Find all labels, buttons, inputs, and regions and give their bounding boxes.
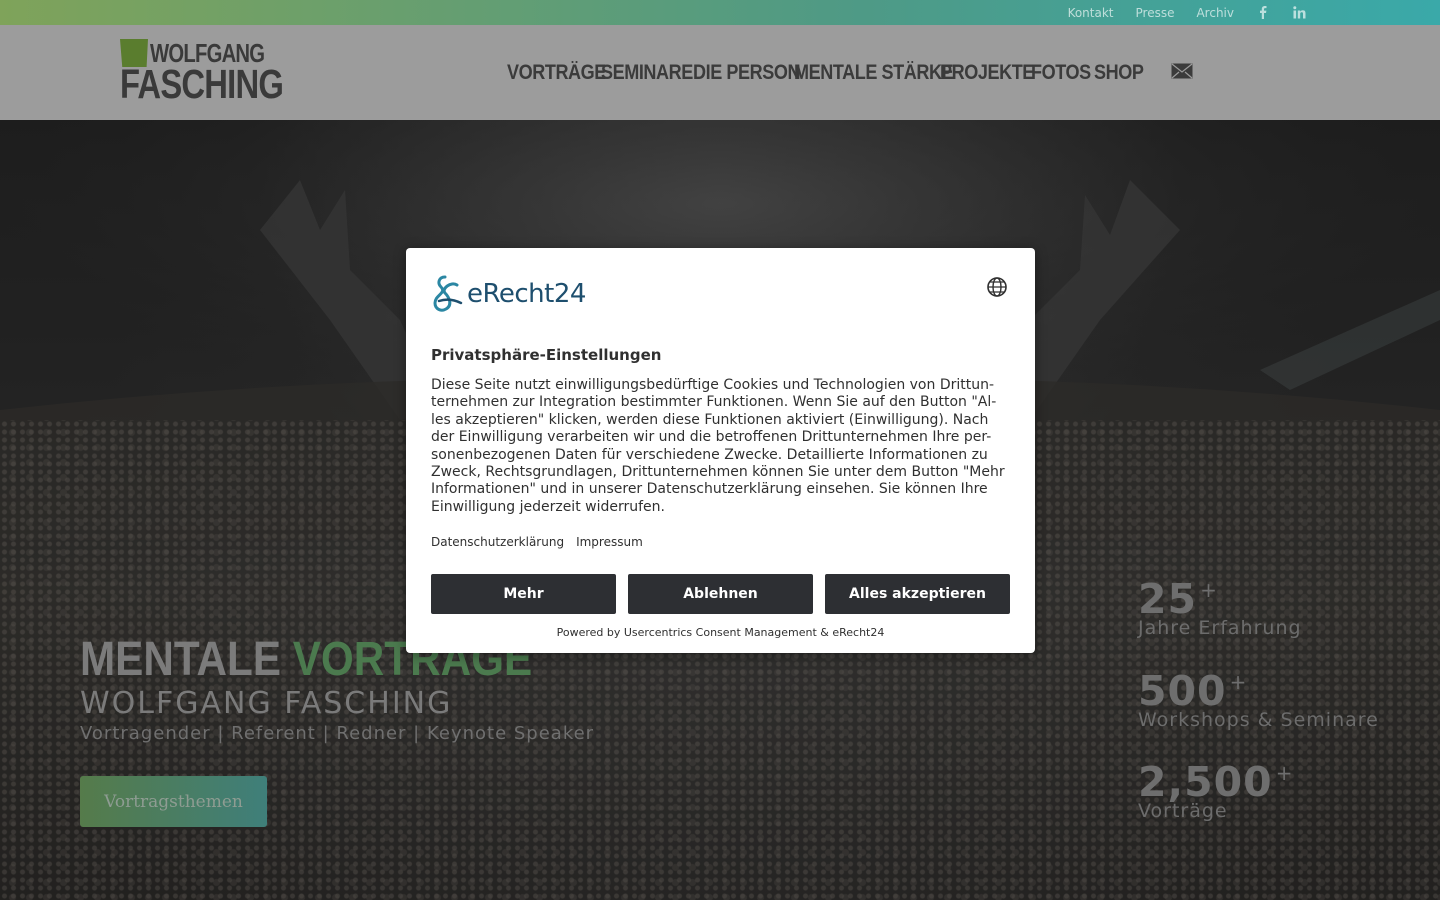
consent-title: Privatsphäre-Einstellungen [431, 346, 662, 364]
stat-suffix: + [1200, 578, 1217, 602]
hero-roles: Vortragender | Referent | Redner | Keyno… [80, 723, 595, 744]
nav-mentale-staerke[interactable]: MENTALE STÄRKE [794, 61, 954, 85]
hero-title-part1: MENTALE [80, 633, 282, 686]
consent-description: Diese Seite nutzt einwilligungsbedürftig… [431, 377, 1005, 515]
stat-value: 2,500 [1138, 758, 1273, 806]
stat-experience: 25 + Jahre Erfahrung [1138, 575, 1302, 639]
utility-links: Kontakt Presse Archiv [1046, 0, 1306, 25]
cookie-consent-dialog: eRecht24 Privatsphäre-Einstellungen Dies… [406, 248, 1035, 653]
contact-link[interactable]: Kontakt [1068, 6, 1114, 20]
hero-subtitle: WOLFGANG FASCHING [80, 686, 453, 721]
more-button[interactable]: Mehr [431, 574, 616, 614]
imprint-link[interactable]: Impressum [576, 535, 643, 549]
stat-value: 500 [1138, 667, 1227, 715]
stat-suffix: + [1229, 670, 1247, 694]
facebook-icon[interactable] [1256, 6, 1270, 20]
consent-buttons: Mehr Ablehnen Alles akzeptieren [431, 574, 1010, 614]
accept-all-button[interactable]: Alles akzeptieren [825, 574, 1010, 614]
consent-links: Datenschutzerklärung Impressum [431, 535, 643, 549]
nav-shop[interactable]: SHOP [1094, 61, 1144, 85]
nav-seminare[interactable]: SEMINARE [601, 61, 693, 85]
nav-fotos[interactable]: FOTOS [1031, 61, 1091, 85]
nav-die-person[interactable]: DIE PERSON [693, 61, 801, 85]
stat-talks: 2,500 + Vorträge [1138, 758, 1292, 822]
erecht24-logo-icon [433, 275, 463, 312]
talk-topics-button[interactable]: Vortragsthemen [80, 776, 267, 827]
nav-projekte[interactable]: PROJEKTE [940, 61, 1034, 85]
stat-label: Workshops & Seminare [1138, 709, 1379, 731]
site-header: WOLFGANG FASCHING VORTRÄGE SEMINARE DIE … [0, 25, 1440, 120]
stat-workshops: 500 + Workshops & Seminare [1138, 667, 1379, 731]
erecht24-logo: eRecht24 [431, 274, 586, 314]
privacy-policy-link[interactable]: Datenschutzerklärung [431, 535, 564, 549]
globe-icon[interactable] [986, 276, 1008, 298]
site-logo[interactable]: WOLFGANG FASCHING [120, 38, 284, 107]
linkedin-icon[interactable] [1292, 6, 1306, 20]
mail-icon[interactable] [1171, 63, 1193, 79]
powered-by-text: Powered by Usercentrics Consent Manageme… [556, 626, 885, 639]
stat-suffix: + [1275, 761, 1293, 785]
top-utility-bar: Kontakt Presse Archiv [0, 0, 1440, 25]
press-link[interactable]: Presse [1136, 6, 1175, 20]
stat-value: 25 [1138, 575, 1198, 623]
decline-button[interactable]: Ablehnen [628, 574, 813, 614]
stat-label: Jahre Erfahrung [1138, 617, 1302, 639]
archive-link[interactable]: Archiv [1196, 6, 1234, 20]
nav-vortraege[interactable]: VORTRÄGE [507, 61, 606, 85]
brand-name: eRecht24 [467, 279, 586, 309]
logo-line2: FASCHING [120, 61, 284, 107]
